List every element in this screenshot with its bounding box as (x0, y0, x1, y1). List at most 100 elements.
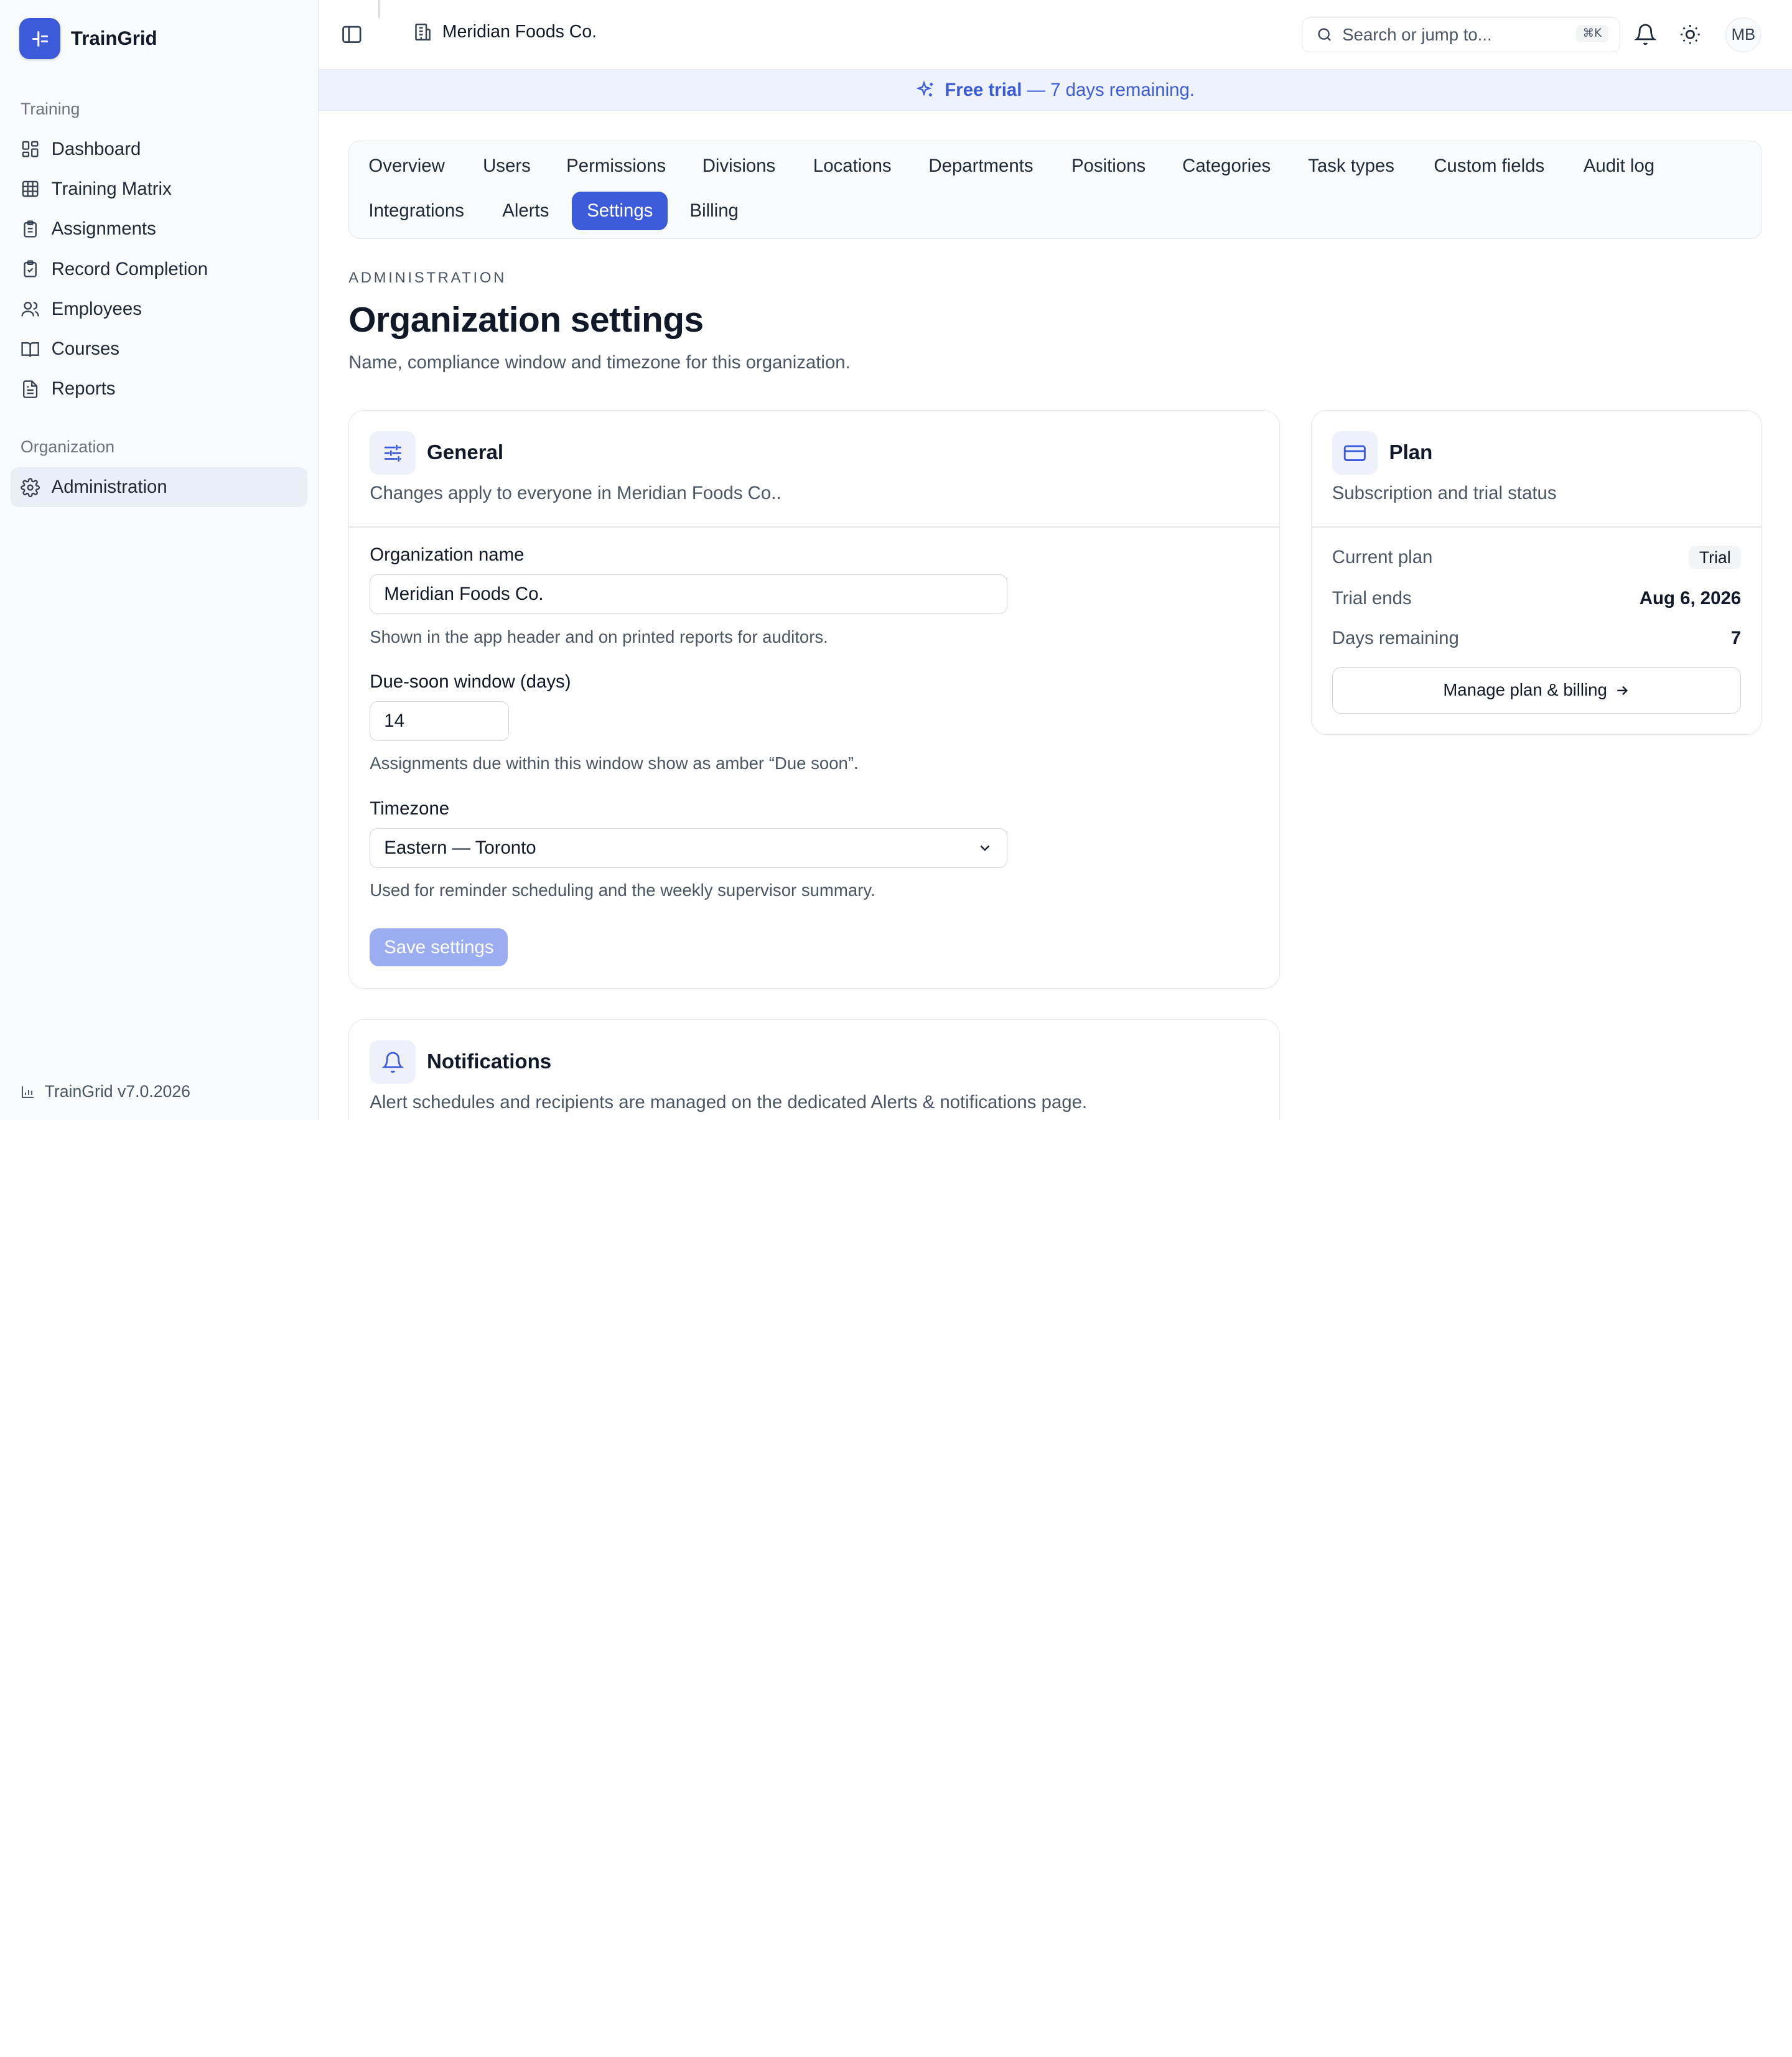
tab-divisions[interactable]: Divisions (688, 147, 790, 185)
file-text-icon (23, 380, 38, 398)
gear-icon (21, 477, 40, 497)
trial-ends-row: Trial ends Aug 6, 2026 (1332, 588, 1741, 609)
timezone-select[interactable]: Eastern — Toronto (370, 828, 1008, 869)
sidebar-item-label: Courses (51, 338, 119, 360)
avatar[interactable]: MB (1725, 17, 1762, 53)
traingrid-logo-icon (19, 18, 61, 60)
version-label: TrainGrid v7.0.2026 (44, 1082, 190, 1101)
timezone-label: Timezone (370, 798, 450, 819)
clipboard-list-icon (24, 220, 37, 238)
bar-chart-icon (22, 1086, 34, 1098)
plan-card-header: Plan (1332, 431, 1433, 475)
sidebar-item-label: Training Matrix (51, 178, 172, 199)
days-remaining-label: Days remaining (1332, 628, 1459, 649)
clipboard-check-icon (24, 260, 37, 278)
manage-plan-button[interactable]: Manage plan & billing (1332, 666, 1742, 714)
sliders-icon (370, 431, 416, 475)
admin-tabs: Overview Users Permissions Divisions Loc… (348, 140, 1763, 239)
book-open-icon (21, 342, 39, 357)
tab-departments[interactable]: Departments (914, 147, 1048, 185)
due-soon-help: Assignments due within this window show … (370, 753, 859, 773)
search-placeholder: Search or jump to... (1342, 25, 1492, 45)
plan-card-title: Plan (1389, 441, 1433, 465)
card-divider (1311, 526, 1762, 528)
days-remaining-value: 7 (1730, 628, 1742, 649)
general-card-header: General (370, 431, 503, 475)
nav-section-organization: Organization (21, 437, 115, 457)
arrow-right-icon (1617, 686, 1628, 695)
plan-card-description: Subscription and trial status (1332, 483, 1557, 504)
topbar-divider (378, 0, 380, 19)
notifications-card-description: Alert schedules and recipients are manag… (370, 1092, 1088, 1113)
brand[interactable]: TrainGrid (19, 18, 157, 60)
notifications-card-title: Notifications (427, 1050, 552, 1074)
sidebar-item-label: Record Completion (51, 258, 208, 279)
save-settings-button[interactable]: Save settings (370, 928, 508, 966)
sidebar-item-label: Dashboard (51, 138, 141, 159)
org-name: Meridian Foods Co. (442, 21, 597, 42)
sidebar-item-training-matrix[interactable]: Training Matrix (11, 169, 308, 209)
current-plan-label: Current plan (1332, 547, 1433, 568)
tab-positions[interactable]: Positions (1057, 147, 1160, 185)
sidebar-item-record-completion[interactable]: Record Completion (11, 249, 308, 289)
page-title: Organization settings (348, 300, 704, 340)
credit-card-icon (1332, 431, 1378, 475)
nav-section-training: Training (21, 99, 80, 118)
users-icon (21, 302, 39, 317)
tab-audit-log[interactable]: Audit log (1569, 147, 1669, 185)
tab-billing[interactable]: Billing (675, 192, 754, 230)
due-soon-label: Due-soon window (days) (370, 671, 571, 693)
tab-permissions[interactable]: Permissions (551, 147, 681, 185)
tab-integrations[interactable]: Integrations (354, 192, 479, 230)
grid-icon (22, 181, 39, 197)
main-content: Meridian Foods Co. Search or jump to... … (319, 0, 1792, 1120)
general-card-description: Changes apply to everyone in Meridian Fo… (370, 483, 782, 504)
due-soon-window-field[interactable]: 14 (370, 701, 510, 742)
sidebar-item-assignments[interactable]: Assignments (11, 209, 308, 249)
app-version: TrainGrid v7.0.2026 (21, 1082, 190, 1101)
topbar: Meridian Foods Co. Search or jump to... … (319, 0, 1792, 70)
general-card-title: General (427, 441, 504, 465)
trial-banner: Free trial — 7 days remaining. (319, 70, 1792, 111)
tab-categories[interactable]: Categories (1167, 147, 1286, 185)
sidebar-toggle-icon[interactable] (340, 23, 363, 46)
plan-status-badge: Trial (1689, 546, 1742, 570)
notifications-card-header: Notifications (370, 1040, 551, 1084)
sidebar-item-label: Employees (51, 298, 142, 319)
building-icon (415, 23, 431, 41)
theme-toggle-sun-icon[interactable] (1679, 23, 1702, 46)
tab-overview[interactable]: Overview (354, 147, 460, 185)
bell-icon[interactable] (1634, 23, 1658, 46)
sparkles-icon (916, 80, 933, 96)
org-name-label: Organization name (370, 544, 525, 566)
notifications-card: Notifications Alert schedules and recipi… (348, 1019, 1281, 1120)
sidebar-item-dashboard[interactable]: Dashboard (11, 129, 308, 169)
tab-users[interactable]: Users (468, 147, 545, 185)
chevron-down-icon (980, 845, 990, 851)
search-input[interactable]: Search or jump to... ⌘K (1301, 17, 1621, 53)
bell-icon (370, 1040, 416, 1084)
tab-settings[interactable]: Settings (572, 191, 668, 231)
sidebar: TrainGrid Training Dashboard Training Ma… (0, 0, 319, 1120)
tab-custom-fields[interactable]: Custom fields (1419, 147, 1559, 185)
sidebar-item-employees[interactable]: Employees (11, 289, 308, 329)
org-name-help: Shown in the app header and on printed r… (370, 627, 828, 646)
card-divider (349, 526, 1280, 528)
trial-ends-value: Aug 6, 2026 (1639, 588, 1742, 609)
brand-name: TrainGrid (70, 27, 157, 50)
sidebar-item-reports[interactable]: Reports (11, 369, 308, 409)
trial-banner-text: Free trial — 7 days remaining. (945, 79, 1195, 100)
tab-task-types[interactable]: Task types (1293, 147, 1409, 185)
sidebar-item-courses[interactable]: Courses (11, 329, 308, 369)
app-window: TrainGrid Training Dashboard Training Ma… (0, 0, 1792, 1120)
tab-locations[interactable]: Locations (798, 147, 907, 185)
tab-alerts[interactable]: Alerts (487, 192, 564, 230)
org-name-field[interactable]: Meridian Foods Co. (370, 574, 1008, 615)
org-switcher[interactable]: Meridian Foods Co. (413, 22, 597, 42)
sidebar-item-administration[interactable]: Administration (10, 467, 308, 508)
general-settings-card: General Changes apply to everyone in Mer… (348, 410, 1281, 989)
sidebar-item-label: Reports (51, 378, 116, 399)
trial-ends-label: Trial ends (1332, 588, 1412, 609)
timezone-help: Used for reminder scheduling and the wee… (370, 880, 875, 900)
days-remaining-row: Days remaining 7 (1332, 628, 1741, 649)
